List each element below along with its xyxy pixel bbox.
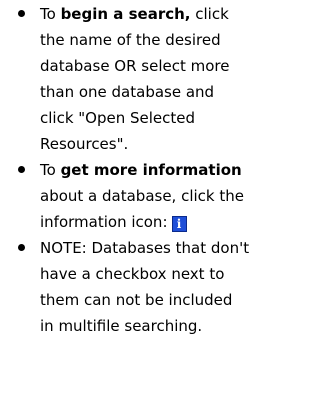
instruction-text: click the name of the desired database O… xyxy=(40,5,230,153)
instruction-prefix: To xyxy=(40,5,61,23)
bullet-icon xyxy=(18,244,25,251)
bullet-icon xyxy=(18,10,25,17)
instruction-emphasis: get more information xyxy=(60,161,242,179)
instruction-text: about a database, click the information … xyxy=(40,187,244,231)
instruction-prefix: To xyxy=(40,161,61,179)
instruction-emphasis: begin a search, xyxy=(60,5,191,23)
info-icon[interactable]: i xyxy=(171,216,187,232)
list-item: To begin a search, click the name of the… xyxy=(0,1,250,157)
list-item: To get more information about a database… xyxy=(0,157,250,235)
bullet-icon xyxy=(18,166,25,173)
help-instructions-list: To begin a search, click the name of the… xyxy=(0,1,257,339)
list-item: NOTE: Databases that don't have a checkb… xyxy=(0,235,250,339)
note-text: NOTE: Databases that don't have a checkb… xyxy=(40,239,250,335)
